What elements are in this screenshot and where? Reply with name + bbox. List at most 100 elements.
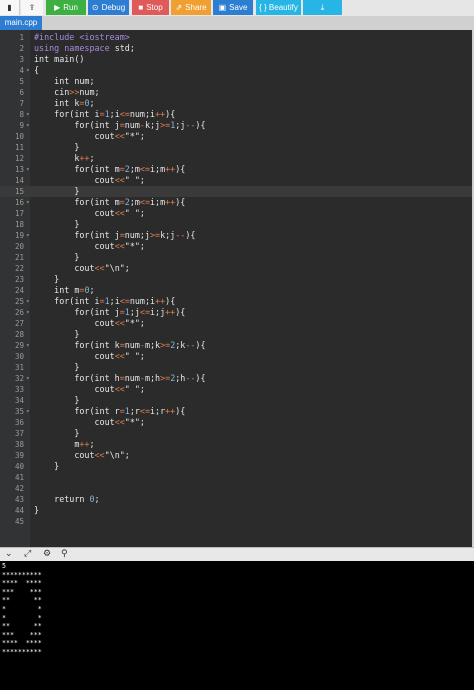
code-line[interactable]: 24 int m=0; <box>0 285 472 296</box>
code-line[interactable]: 25 ▾ for(int i=1;i<=num;i++){ <box>0 296 472 307</box>
code-line[interactable]: 38 m++; <box>0 439 472 450</box>
code-line[interactable]: 17 cout<<" "; <box>0 208 472 219</box>
settings-icon[interactable]: ⚙ <box>43 549 51 559</box>
code-line[interactable]: 10 cout<<"*"; <box>0 131 472 142</box>
code-token: ++ <box>165 307 176 317</box>
beautify-button[interactable]: { } Beautify <box>256 0 301 15</box>
expand-icon[interactable]: ⤢ <box>24 549 31 559</box>
code-line[interactable]: 23 } <box>0 274 472 285</box>
code-line[interactable]: 32 ▾ for(int h=num-m;h>=2;h--){ <box>0 373 472 384</box>
fold-toggle-icon[interactable]: ▾ <box>26 109 30 120</box>
code-token: -- <box>185 120 196 130</box>
code-line[interactable]: 9 ▾ for(int j=num-k;j>=1;j--){ <box>0 120 472 131</box>
code-line[interactable]: 4 ▾ { <box>0 65 472 76</box>
code-line[interactable]: 12 k++; <box>0 153 472 164</box>
chevron-down-icon[interactable]: ⌄ <box>5 549 13 559</box>
fold-toggle-icon[interactable]: ▾ <box>26 230 30 241</box>
code-line[interactable]: 6 cin>>num; <box>0 87 472 98</box>
code-token: <= <box>139 406 150 416</box>
line-number: 7 <box>19 99 24 108</box>
code-text: int m=0; <box>34 285 94 296</box>
fold-toggle-icon[interactable]: ▾ <box>26 340 30 351</box>
code-line[interactable]: 39 cout<<"\n"; <box>0 450 472 461</box>
code-text: for(int h=num-m;h>=2;h--){ <box>34 373 206 384</box>
code-line[interactable]: 5 int num; <box>0 76 472 87</box>
output-console[interactable]: 5 ********** **** **** *** *** ** ** * * * * **… <box>0 561 474 690</box>
code-line[interactable]: 40 } <box>0 461 472 472</box>
code-token: k <box>34 153 80 163</box>
fold-toggle-icon[interactable]: ▾ <box>26 373 30 384</box>
code-line[interactable]: 36 cout<<"*"; <box>0 417 472 428</box>
code-line[interactable]: 37 } <box>0 428 472 439</box>
code-line[interactable]: 33 cout<<" "; <box>0 384 472 395</box>
code-line[interactable]: 27 cout<<"*"; <box>0 318 472 329</box>
code-line[interactable]: 31 } <box>0 362 472 373</box>
tab-main-cpp[interactable]: main.cpp <box>0 16 42 30</box>
code-line[interactable]: 34 } <box>0 395 472 406</box>
fold-toggle-icon[interactable]: ▾ <box>26 296 30 307</box>
code-line[interactable]: 13 ▾ for(int m=2;m<=i;m++){ <box>0 164 472 175</box>
line-number: 24 <box>14 286 24 295</box>
code-line[interactable]: 11 } <box>0 142 472 153</box>
save-button[interactable]: ▣ Save <box>213 0 253 15</box>
code-line[interactable]: 20 cout<<"*"; <box>0 241 472 252</box>
line-number: 2 <box>19 44 24 53</box>
fold-toggle-icon[interactable]: ▾ <box>26 65 30 76</box>
code-line[interactable]: 29 ▾ for(int k=num-m;k>=2;k--){ <box>0 340 472 351</box>
code-line[interactable]: 42 <box>0 483 472 494</box>
code-line[interactable]: 21 } <box>0 252 472 263</box>
code-token: ; <box>94 494 100 504</box>
console-line: ** ** <box>2 596 42 605</box>
share-button[interactable]: ⇗ Share <box>171 0 211 15</box>
code-token: ++ <box>165 197 176 207</box>
line-number: 41 <box>14 473 24 482</box>
code-line[interactable]: 30 cout<<" "; <box>0 351 472 362</box>
fold-toggle-icon[interactable]: ▾ <box>26 120 30 131</box>
code-token: << <box>114 351 125 361</box>
code-editor[interactable]: 1 #include <iostream> 2 using namespace std… <box>0 30 472 547</box>
code-line[interactable]: 22 cout<<"\n"; <box>0 263 472 274</box>
code-line[interactable]: 44} <box>0 505 472 516</box>
code-line[interactable]: 35 ▾ for(int r=1;r<=i;r++){ <box>0 406 472 417</box>
code-line[interactable]: 15 } <box>0 186 472 197</box>
run-button[interactable]: ▶ Run <box>46 0 86 15</box>
code-line[interactable]: 28 } <box>0 329 472 340</box>
pin-icon[interactable]: ⚲ <box>61 549 68 559</box>
line-number: 23 <box>14 275 24 284</box>
fold-toggle-icon[interactable]: ▾ <box>26 164 30 175</box>
code-token: num;i <box>129 109 156 119</box>
code-token: << <box>114 417 125 427</box>
code-text: cout<<"\n"; <box>34 263 130 274</box>
fold-toggle-icon[interactable]: ▾ <box>26 197 30 208</box>
code-line[interactable]: 43 return 0; <box>0 494 472 505</box>
code-line[interactable]: 7 int k=0; <box>0 98 472 109</box>
fold-toggle-icon[interactable]: ▾ <box>26 406 30 417</box>
debug-button[interactable]: ⊙ Debug <box>88 0 129 15</box>
code-line[interactable]: 3 int main() <box>0 54 472 65</box>
line-number: 22 <box>14 264 24 273</box>
code-line[interactable]: 14 cout<<" "; <box>0 175 472 186</box>
code-token: num; <box>79 87 100 97</box>
code-line[interactable]: 2 using namespace std; <box>0 43 472 54</box>
code-token: ){ <box>195 373 206 383</box>
code-text: cout<<" "; <box>34 175 145 186</box>
code-line[interactable]: 8 ▾ for(int i=1;i<=num;i++){ <box>0 109 472 120</box>
code-line[interactable]: 45 <box>0 516 472 527</box>
code-token: i;j <box>150 307 166 317</box>
fold-toggle-icon[interactable]: ▾ <box>26 307 30 318</box>
code-line[interactable]: 1 #include <iostream> <box>0 32 472 43</box>
download-button[interactable]: ⤓ <box>303 0 342 15</box>
fork-button[interactable]: ⇪ <box>21 0 43 15</box>
code-line[interactable]: 16 ▾ for(int m=2;m<=i;m++){ <box>0 197 472 208</box>
code-line[interactable]: 18 } <box>0 219 472 230</box>
code-line[interactable]: 26 ▾ for(int j=1;j<=i;j++){ <box>0 307 472 318</box>
stop-button[interactable]: ■ Stop <box>132 0 169 15</box>
code-line[interactable]: 41 <box>0 472 472 483</box>
code-text: int num; <box>34 76 94 87</box>
code-line[interactable]: 19 ▾ for(int j=num;j>=k;j--){ <box>0 230 472 241</box>
code-token: >= <box>160 340 171 350</box>
code-text: } <box>34 274 59 285</box>
code-text: } <box>34 461 59 472</box>
file-button[interactable]: ▮ <box>0 0 20 15</box>
beautify-label: { } Beautify <box>259 3 298 12</box>
